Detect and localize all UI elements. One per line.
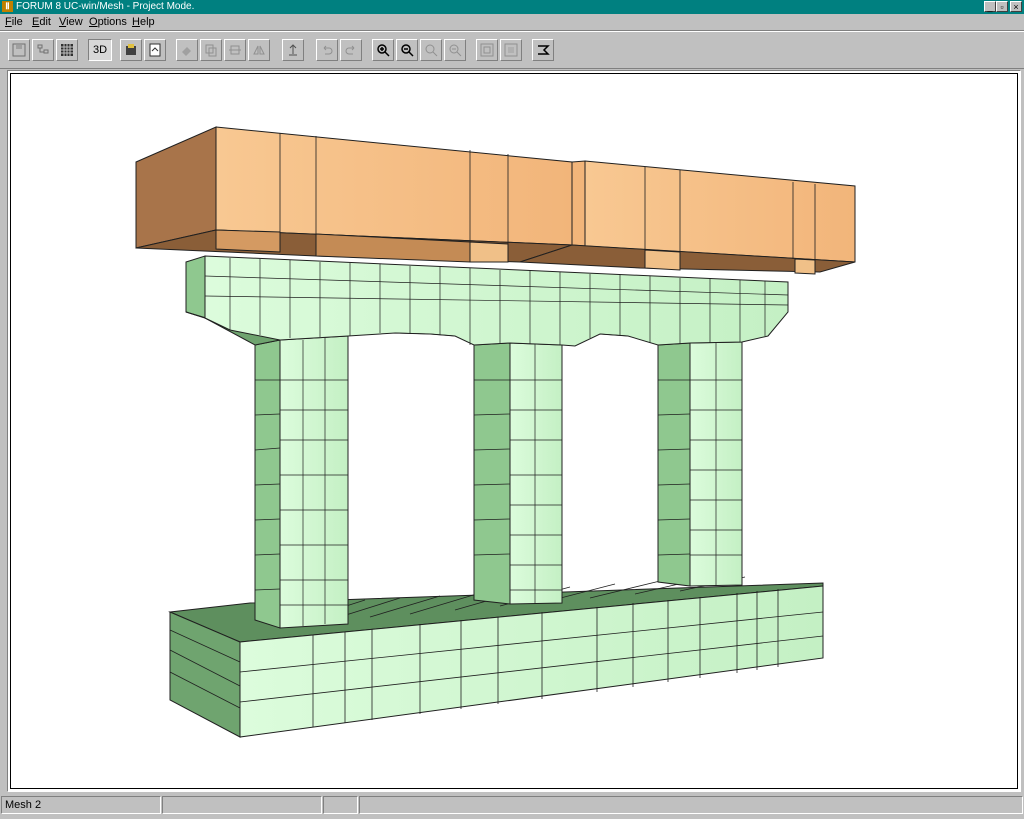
status-panel-2 — [162, 796, 322, 814]
superstructure-deck — [135, 126, 856, 275]
status-bar: Mesh 2 — [0, 794, 1024, 819]
status-mesh-name: Mesh 2 — [1, 796, 161, 814]
status-panel-4 — [359, 796, 1023, 814]
status-panel-3 — [323, 796, 358, 814]
bridge-pier-mesh[interactable] — [0, 0, 1024, 819]
pier-columns — [254, 335, 743, 629]
